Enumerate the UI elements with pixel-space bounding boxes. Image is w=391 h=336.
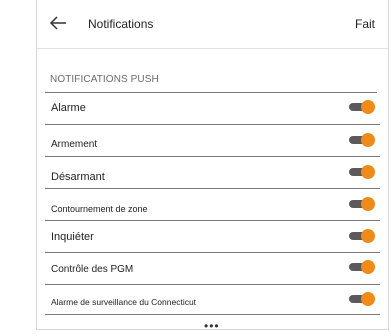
toggle-knob	[361, 292, 375, 306]
list-item: Alarme de surveillance du Connecticut	[45, 285, 380, 315]
list-item: Désarmant	[45, 157, 380, 189]
list-item-label: Alarme de surveillance du Connecticut	[51, 297, 197, 307]
back-arrow-icon[interactable]	[49, 14, 67, 32]
toggle-switch[interactable]	[348, 229, 376, 243]
toggle-knob	[361, 100, 375, 114]
toggle-knob	[361, 260, 375, 274]
page-title: Notifications	[88, 17, 154, 31]
panel-bottom-border	[36, 329, 389, 336]
toggle-switch[interactable]	[348, 133, 376, 147]
toggle-knob	[361, 165, 375, 179]
done-button[interactable]: Fait	[355, 17, 375, 31]
toggle-switch[interactable]	[348, 260, 376, 274]
list-item-label: Inquiéter	[51, 231, 94, 243]
section-label: NOTIFICATIONS PUSH	[50, 74, 159, 85]
list-item-label: Armement	[51, 139, 98, 150]
toggle-switch[interactable]	[348, 165, 376, 179]
header-bar: Notifications Fait	[37, 0, 388, 49]
list-item: Armement	[45, 125, 380, 157]
toggle-knob	[361, 133, 375, 147]
list-item: Alarme	[45, 93, 380, 125]
list-item: Contrôle des PGM	[45, 253, 380, 285]
list-item-label: Contrôle des PGM	[51, 264, 134, 275]
list-item: Inquiéter	[45, 221, 380, 253]
list-item-label: Alarme	[51, 102, 86, 114]
toggle-switch[interactable]	[348, 292, 376, 306]
toggle-switch[interactable]	[348, 197, 376, 211]
toggle-knob	[361, 229, 375, 243]
notifications-panel: Notifications Fait NOTIFICATIONS PUSH Al…	[36, 0, 389, 333]
list-item-label: Contournement de zone	[51, 204, 148, 214]
toggle-switch[interactable]	[348, 100, 376, 114]
list-item: Contournement de zone	[45, 189, 380, 221]
list-item-label: Désarmant	[51, 171, 105, 183]
toggle-knob	[361, 197, 375, 211]
